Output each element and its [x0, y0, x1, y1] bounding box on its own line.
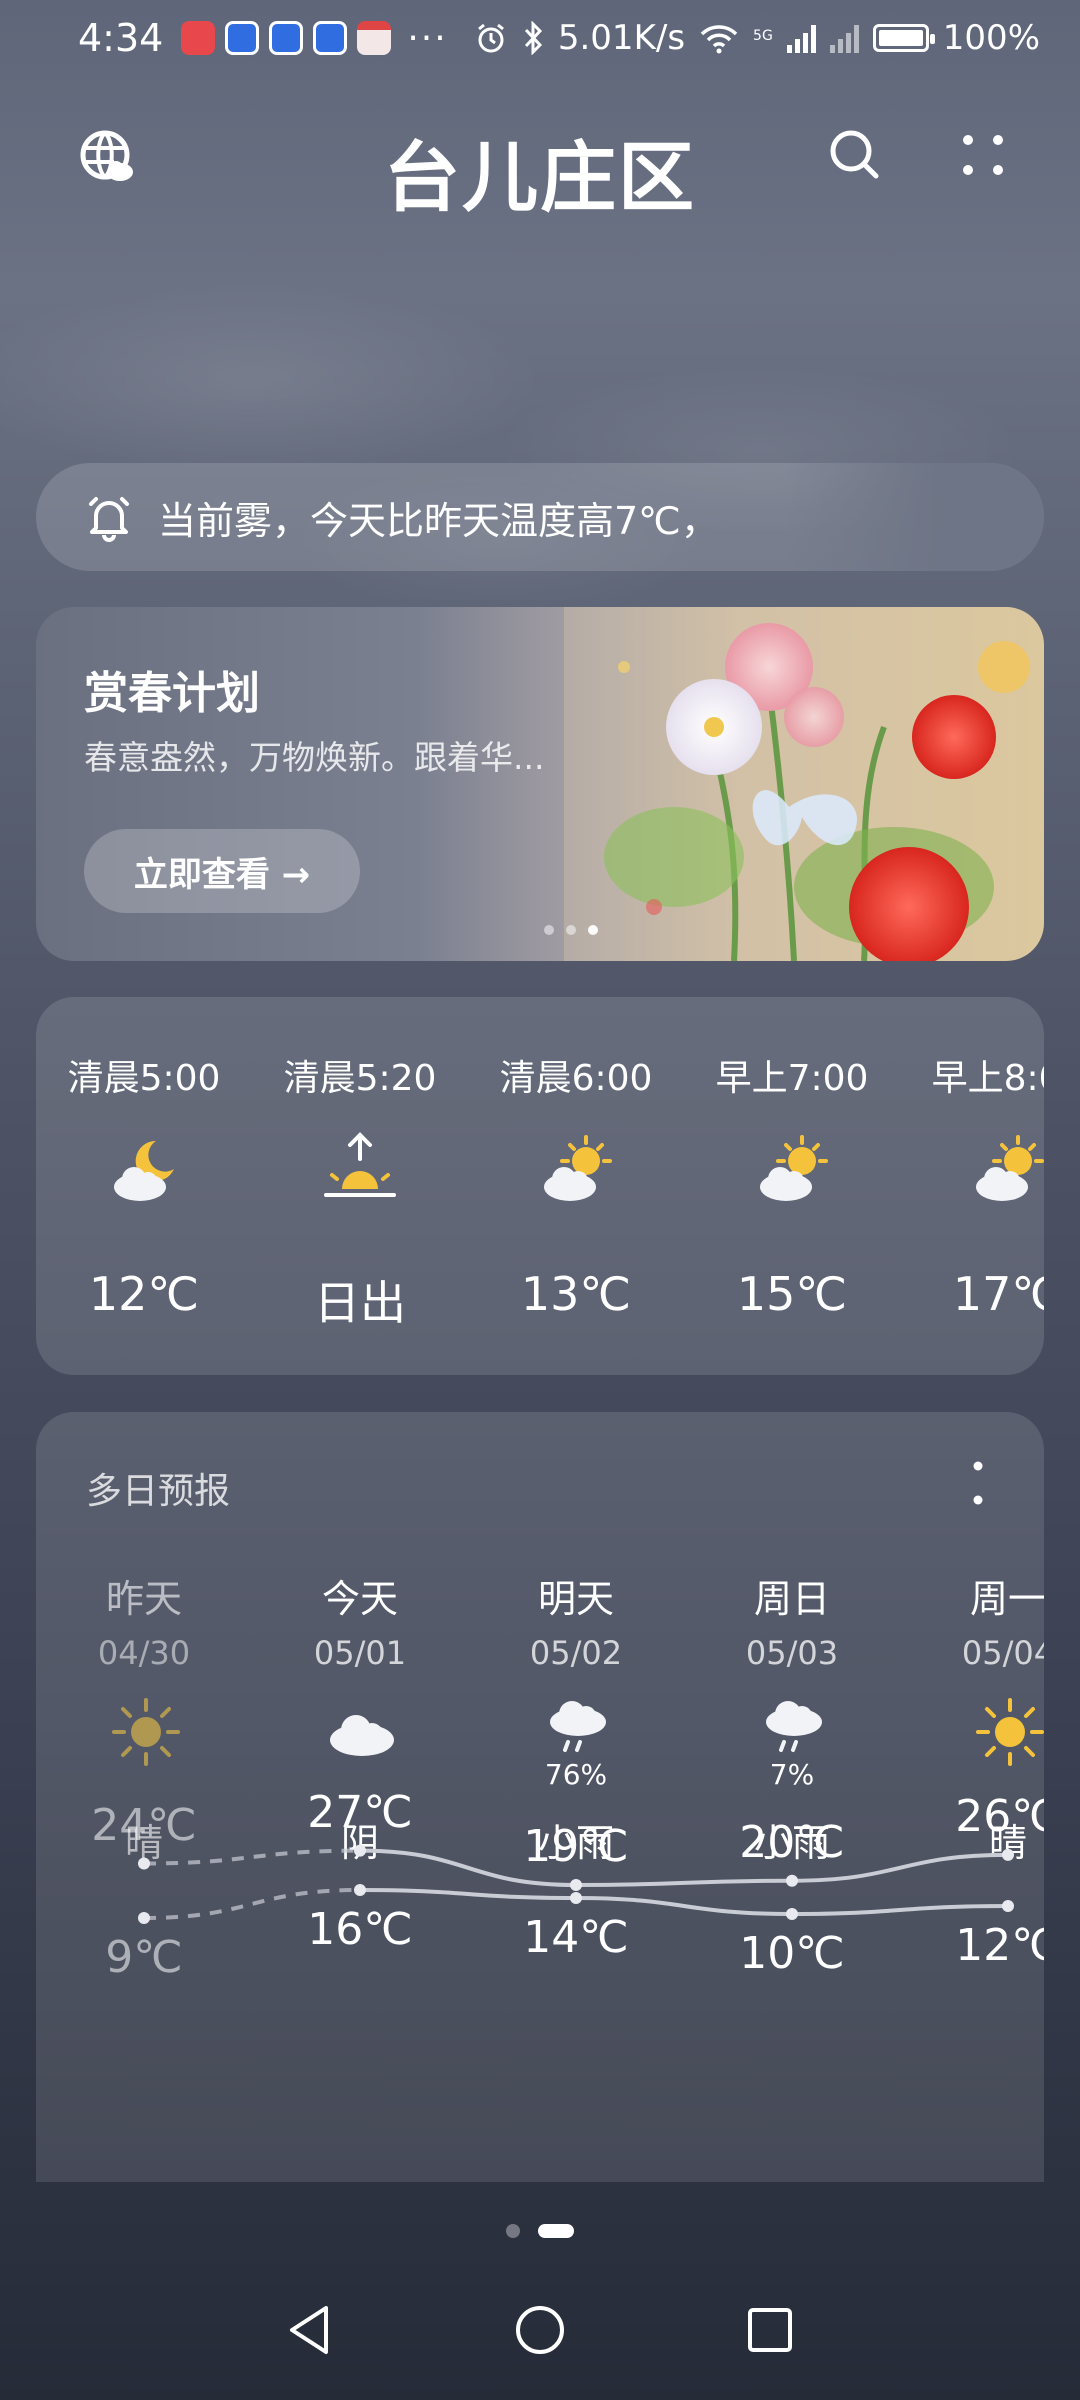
bluetooth-icon — [524, 21, 542, 55]
wifi-icon — [700, 25, 738, 54]
sunrise-label: 日出 — [314, 1276, 406, 1330]
notification-app-icon — [269, 21, 304, 55]
alert-text: 当前雾，今天比昨天温度高7℃， — [158, 498, 719, 543]
sunrise-icon — [324, 1132, 396, 1197]
signal-icon-sim2 — [829, 23, 859, 53]
navigation-bar — [0, 2270, 1080, 2400]
hourly-time: 早上7:00 — [715, 1058, 869, 1099]
high-temp-label: 27℃ — [307, 1786, 413, 1838]
notification-app-icon — [313, 21, 348, 55]
low-temp-label: 9℃ — [105, 1932, 183, 1983]
weather-alert-bar[interactable]: 当前雾，今天比昨天温度高7℃， — [36, 463, 1044, 571]
hourly-time: 早上8:00 — [931, 1058, 1044, 1099]
high-temp-point — [786, 1874, 798, 1887]
recents-icon[interactable] — [742, 2300, 798, 2360]
hourly-temperature: 13℃ — [520, 1267, 632, 1321]
hourly-temperature: 12℃ — [88, 1267, 200, 1321]
hourly-time: 清晨6:00 — [499, 1058, 653, 1099]
high-temp-label: 20℃ — [739, 1816, 845, 1868]
battery-icon — [872, 24, 935, 52]
low-temp-label: 16℃ — [307, 1904, 413, 1955]
sun-cloud-icon — [544, 1135, 612, 1201]
status-bar: 4:34 ··· 5.01K/s 5G 100% — [0, 0, 1080, 76]
status-time: 4:34 — [78, 16, 164, 60]
hourly-item[interactable]: 清晨5:00 12℃ — [36, 997, 252, 1375]
bell-icon — [89, 497, 129, 542]
promo-banner[interactable]: 赏春计划 春意盎然，万物焕新。跟着华... 立即查看 → — [36, 607, 1044, 961]
high-temp-point — [1002, 1848, 1014, 1861]
high-temp-past-segment — [143, 1848, 361, 1866]
more-notifications-indicator: ··· — [407, 17, 448, 59]
low-temp-label: 10℃ — [739, 1928, 845, 1979]
network-speed: 5.01K/s — [557, 18, 686, 58]
sun-cloud-icon — [976, 1135, 1044, 1201]
hourly-time: 清晨5:00 — [67, 1058, 221, 1099]
hourly-item[interactable]: 早上7:00 15℃ — [684, 997, 900, 1375]
high-temp-label: 24℃ — [91, 1799, 197, 1851]
promo-title: 赏春计划 — [84, 668, 260, 719]
low-temp-point — [786, 1908, 798, 1920]
hourly-item[interactable]: 早上8:00 17℃ — [900, 997, 1044, 1375]
battery-level: 100% — [942, 18, 1040, 58]
low-temp-point — [138, 1912, 150, 1924]
high-temp-label: 26℃ — [955, 1790, 1044, 1842]
signal-icon — [786, 23, 816, 53]
page-dot — [506, 2224, 520, 2238]
notification-app-icon — [181, 21, 216, 55]
hourly-item[interactable]: 清晨5:20 日出 — [252, 997, 468, 1375]
low-temp-point — [1002, 1900, 1014, 1912]
page-dot-active — [538, 2224, 574, 2238]
low-temp-label: 14℃ — [523, 1912, 629, 1963]
multi-day-forecast-card[interactable]: 多日预报 昨天 04/30 晴 今天 05/01 阴 明天 05/02 76% — [36, 1412, 1044, 2182]
home-icon[interactable] — [512, 2300, 568, 2360]
notification-app-icon — [225, 21, 260, 55]
high-temp-line — [359, 1848, 1009, 1888]
hourly-time: 清晨5:20 — [283, 1058, 437, 1099]
sun-cloud-icon — [760, 1135, 828, 1201]
high-temp-label: 19℃ — [523, 1821, 629, 1872]
notification-calendar-icon — [357, 21, 392, 55]
temperature-curve — [138, 1844, 1014, 1924]
alarm-icon — [477, 23, 504, 53]
network-type: 5G — [753, 28, 773, 44]
low-temp-line — [359, 1888, 1009, 1917]
low-temp-point — [354, 1884, 366, 1896]
app-header: 台儿庄区 — [0, 108, 1080, 222]
promo-view-button[interactable]: 立即查看 → — [84, 829, 360, 913]
back-icon[interactable] — [282, 2300, 338, 2360]
high-temp-point — [570, 1879, 582, 1891]
hourly-temperature: 15℃ — [736, 1267, 848, 1321]
hourly-temperature: 17℃ — [952, 1267, 1044, 1321]
moon-cloud-icon — [114, 1140, 174, 1201]
promo-subtitle: 春意盎然，万物焕新。跟着华... — [84, 738, 545, 777]
carousel-indicator — [544, 925, 598, 935]
low-temp-point — [570, 1892, 582, 1904]
high-temp-point — [354, 1844, 366, 1857]
page-indicator — [0, 2224, 1080, 2238]
flower-illustration — [564, 607, 1044, 961]
city-title[interactable]: 台儿庄区 — [0, 116, 1080, 226]
low-temp-label: 12℃ — [955, 1920, 1044, 1971]
search-icon[interactable] — [826, 126, 884, 184]
more-menu-icon[interactable] — [958, 130, 1008, 180]
hourly-item[interactable]: 清晨6:00 13℃ — [468, 997, 684, 1375]
high-temp-point — [138, 1857, 150, 1870]
hourly-forecast-card[interactable]: 清晨5:00 12℃ 清晨5:20 日出 清晨6:00 13℃ 早上7:00 1… — [36, 997, 1044, 1375]
